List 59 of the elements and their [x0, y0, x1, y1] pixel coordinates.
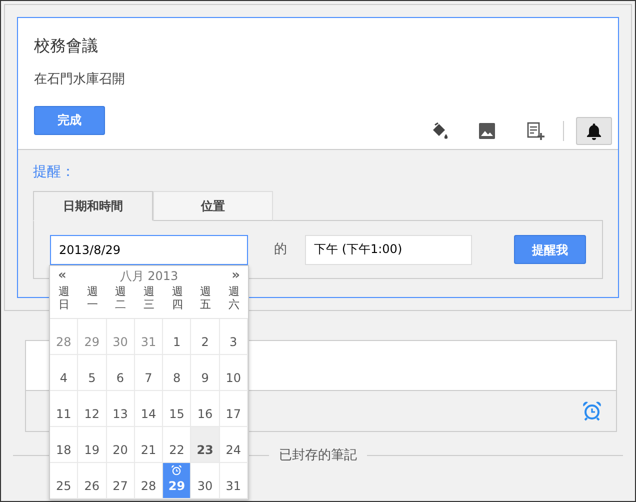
day-cell[interactable]: 13	[106, 391, 135, 427]
day-cell[interactable]: 20	[106, 427, 135, 463]
day-cell[interactable]: 12	[78, 391, 107, 427]
weekday-label: 週四	[172, 286, 183, 313]
day-cell[interactable]: 27	[106, 463, 135, 499]
note-body: 在石門水庫召開	[34, 71, 126, 89]
time-field[interactable]: 下午 (下午1:00)	[305, 234, 472, 264]
day-cell[interactable]: 19	[78, 427, 107, 463]
day-cell[interactable]: 5	[78, 355, 107, 391]
weekday-label: 週六	[228, 286, 240, 313]
day-cell[interactable]: 21	[134, 427, 164, 463]
tab[interactable]: 位置	[153, 191, 273, 221]
day-cell[interactable]: 31	[220, 463, 248, 499]
day-cell[interactable]: 16	[191, 391, 220, 427]
day-cell[interactable]: 26	[78, 463, 107, 499]
day-cell[interactable]: 31	[134, 319, 164, 355]
day-cell[interactable]: 15	[163, 391, 192, 427]
weekday-label: 週五	[200, 286, 212, 313]
bell-icon	[584, 121, 604, 141]
day-cell[interactable]: 17	[220, 391, 248, 427]
day-cell[interactable]: 8	[163, 355, 192, 391]
day-cell[interactable]: 29	[78, 319, 107, 355]
day-cell[interactable]: 30	[191, 463, 220, 499]
day-cell[interactable]: 28	[50, 319, 78, 355]
day-cell[interactable]: 14	[134, 391, 164, 427]
alarm-clock-icon[interactable]	[582, 401, 602, 421]
day-cell[interactable]: 30	[106, 319, 135, 355]
alarm-clock-icon	[171, 465, 182, 476]
note-title: 校務會議	[34, 35, 99, 57]
day-cell[interactable]: 7	[134, 355, 164, 391]
month-title: 八月 2013	[120, 268, 178, 285]
day-cell[interactable]: 24	[220, 427, 248, 463]
weekday-label: 週日	[58, 286, 70, 313]
day-cell[interactable]: 10	[220, 355, 248, 391]
weekday-label: 週一	[86, 286, 98, 313]
weekday-label: 週二	[115, 286, 126, 313]
day-cell[interactable]: 22	[163, 427, 192, 463]
at-label: 的	[274, 240, 287, 259]
tab[interactable]: 日期和時間	[33, 191, 153, 221]
day-cell[interactable]: 25	[50, 463, 78, 499]
day-cell[interactable]: 6	[106, 355, 135, 391]
image-icon	[477, 121, 497, 141]
reminder-label: 提醒：	[33, 163, 76, 182]
day-cell[interactable]: 3	[220, 319, 248, 355]
day-cell[interactable]: 18	[50, 427, 78, 463]
day-cell[interactable]: 1	[163, 319, 192, 355]
date-field[interactable]: 2013/8/29	[50, 234, 248, 264]
day-cell[interactable]: 28	[134, 463, 164, 499]
day-cell[interactable]: 23	[191, 427, 220, 463]
weekday-label: 週三	[143, 286, 154, 313]
archived-notes-label: 已封存的筆記	[278, 447, 358, 465]
list-add-icon	[525, 121, 545, 141]
day-cell[interactable]: 11	[50, 391, 78, 427]
bell-button[interactable]	[576, 117, 612, 145]
next-month-button[interactable]: »	[232, 266, 240, 286]
day-cell[interactable]: 2	[191, 319, 220, 355]
day-cell[interactable]: 4	[50, 355, 78, 391]
previous-month-button[interactable]: «	[58, 266, 66, 286]
day-cell[interactable]: 9	[191, 355, 220, 391]
